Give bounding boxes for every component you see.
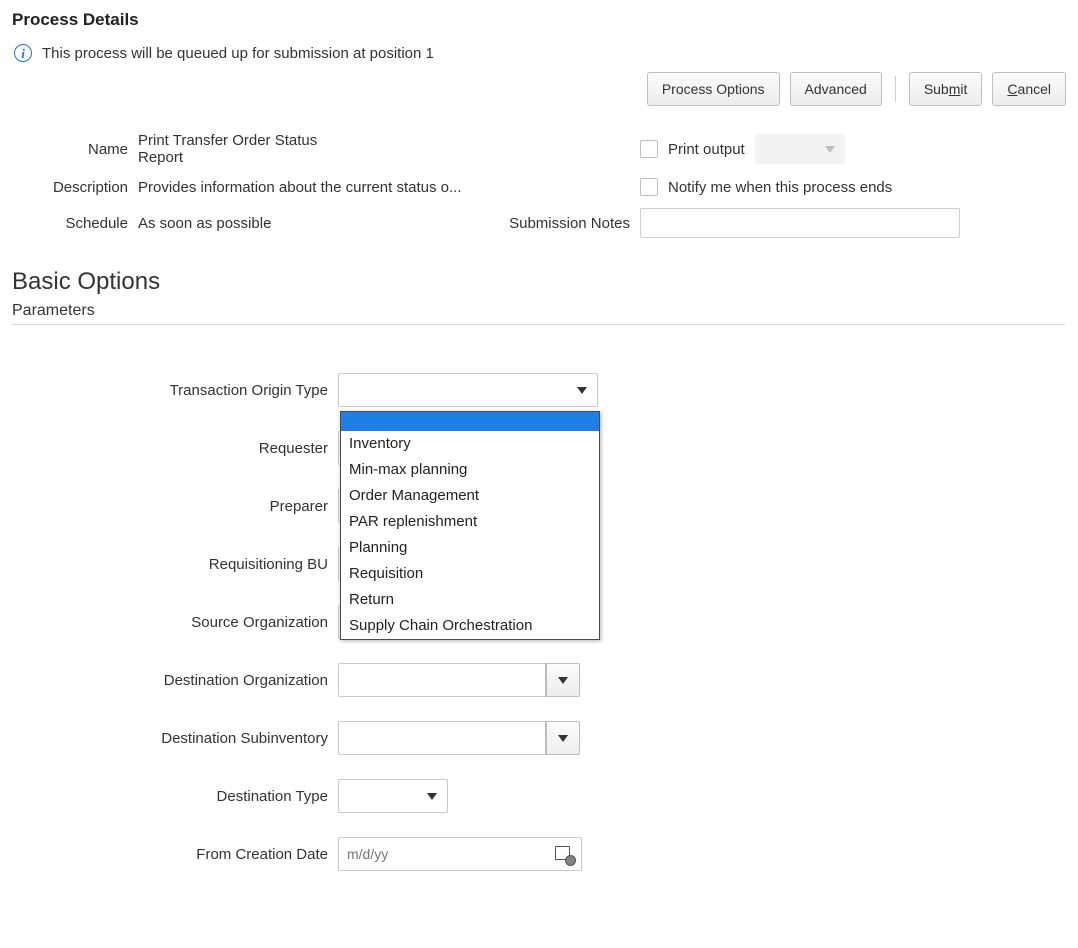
from-creation-date-label: From Creation Date — [12, 846, 338, 863]
toolbar: Process Options Advanced Submit Cancel — [12, 72, 1066, 106]
destination-subinventory-select[interactable] — [338, 721, 580, 755]
print-output-checkbox[interactable] — [640, 140, 658, 158]
parameters-form: Transaction Origin Type Inventory Min-ma… — [12, 373, 1066, 871]
page-title: Process Details — [12, 10, 1066, 30]
destination-subinventory-label: Destination Subinventory — [12, 730, 338, 747]
param-row-destination-subinventory: Destination Subinventory — [12, 721, 1066, 755]
source-organization-label: Source Organization — [12, 614, 338, 631]
destination-organization-label: Destination Organization — [12, 672, 338, 689]
dropdown-item-return[interactable]: Return — [341, 587, 599, 613]
name-label: Name — [16, 141, 132, 158]
print-output-group: Print output — [640, 134, 980, 164]
advanced-button[interactable]: Advanced — [790, 72, 882, 106]
transaction-origin-type-label: Transaction Origin Type — [12, 382, 338, 399]
info-icon: i — [14, 44, 32, 62]
info-row: i This process will be queued up for sub… — [14, 44, 1066, 62]
chevron-down-icon — [427, 793, 437, 800]
description-label: Description — [16, 179, 132, 196]
info-message: This process will be queued up for submi… — [42, 45, 434, 62]
param-row-destination-type: Destination Type — [12, 779, 1066, 813]
submit-button[interactable]: Submit — [909, 72, 983, 106]
chevron-down-icon — [558, 735, 568, 742]
dropdown-item-order-management[interactable]: Order Management — [341, 483, 599, 509]
process-options-button[interactable]: Process Options — [647, 72, 780, 106]
preparer-label: Preparer — [12, 498, 338, 515]
transaction-origin-type-dropdown: Inventory Min-max planning Order Managem… — [340, 411, 600, 640]
from-creation-date-placeholder: m/d/yy — [347, 846, 388, 862]
dropdown-item-min-max-planning[interactable]: Min-max planning — [341, 457, 599, 483]
destination-organization-select[interactable] — [338, 663, 580, 697]
dropdown-item-requisition[interactable]: Requisition — [341, 561, 599, 587]
process-details-grid: Name Print Transfer Order Status Report … — [16, 132, 1066, 238]
transaction-origin-type-select[interactable] — [338, 373, 598, 407]
from-creation-date-input[interactable]: m/d/yy — [338, 837, 582, 871]
schedule-value: As soon as possible — [138, 215, 438, 232]
divider — [12, 324, 1066, 325]
parameters-subheading: Parameters — [12, 302, 1066, 320]
submission-notes-input[interactable] — [640, 208, 960, 238]
toolbar-separator — [895, 76, 896, 102]
dropdown-item-planning[interactable]: Planning — [341, 535, 599, 561]
dropdown-item-supply-chain-orchestration[interactable]: Supply Chain Orchestration — [341, 613, 599, 639]
param-row-from-creation-date: From Creation Date m/d/yy — [12, 837, 1066, 871]
print-output-label: Print output — [668, 141, 745, 158]
requester-label: Requester — [12, 440, 338, 457]
chevron-down-icon — [577, 387, 587, 394]
dropdown-item-blank[interactable] — [341, 412, 599, 431]
param-row-transaction-origin-type: Transaction Origin Type — [12, 373, 1066, 407]
notify-group: Notify me when this process ends — [640, 178, 980, 196]
print-output-select[interactable] — [755, 134, 845, 164]
basic-options-heading: Basic Options — [12, 268, 1066, 296]
requisitioning-bu-label: Requisitioning BU — [12, 556, 338, 573]
notify-checkbox[interactable] — [640, 178, 658, 196]
submission-notes-label: Submission Notes — [444, 215, 634, 232]
description-value: Provides information about the current s… — [138, 179, 588, 196]
dropdown-item-par-replenishment[interactable]: PAR replenishment — [341, 509, 599, 535]
calendar-icon[interactable] — [555, 845, 573, 863]
dropdown-item-inventory[interactable]: Inventory — [341, 431, 599, 457]
chevron-down-icon — [825, 146, 835, 153]
cancel-button[interactable]: Cancel — [992, 72, 1066, 106]
destination-type-label: Destination Type — [12, 788, 338, 805]
chevron-down-icon — [558, 677, 568, 684]
name-value: Print Transfer Order Status Report — [138, 132, 348, 166]
param-row-destination-organization: Destination Organization — [12, 663, 1066, 697]
schedule-label: Schedule — [16, 215, 132, 232]
destination-type-select[interactable] — [338, 779, 448, 813]
notify-label: Notify me when this process ends — [668, 179, 892, 196]
